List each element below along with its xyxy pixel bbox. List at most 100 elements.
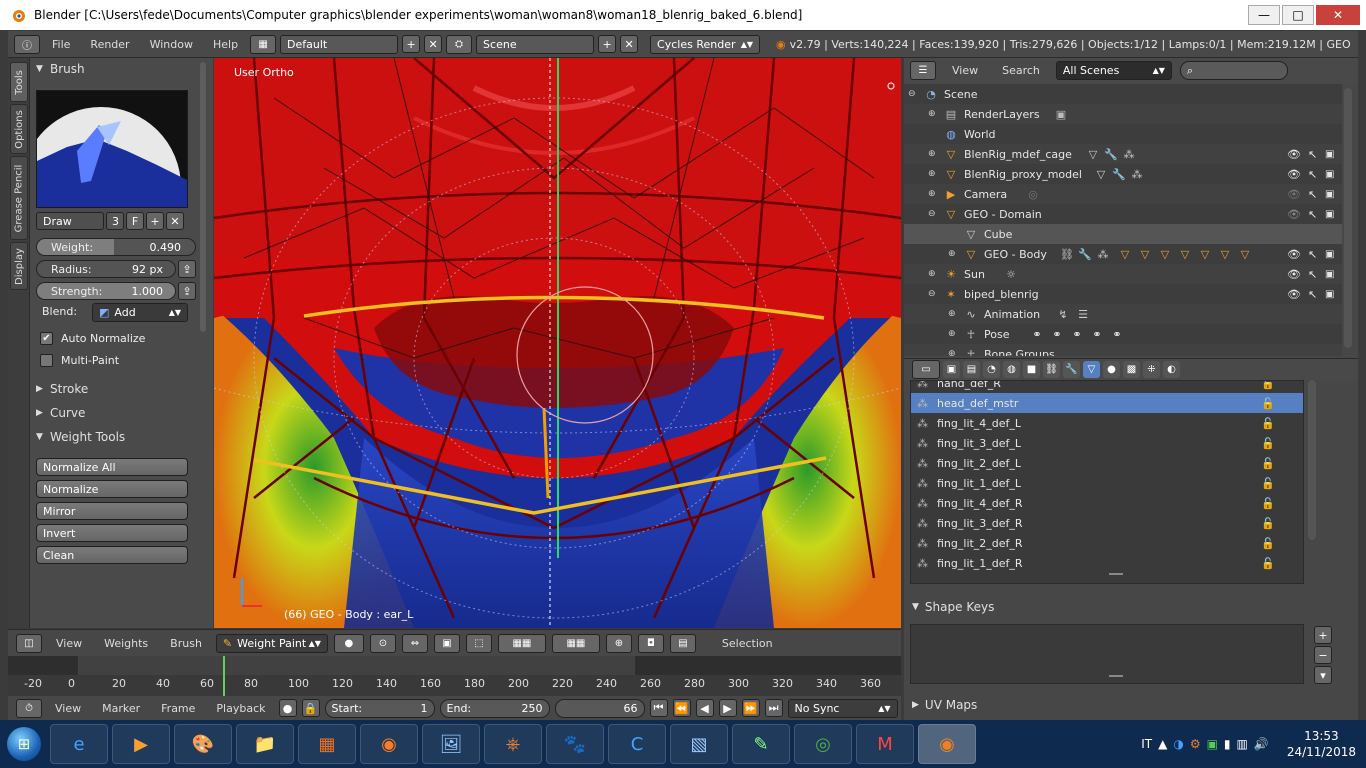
renderable-camera-icon[interactable]: ▣	[1325, 269, 1334, 280]
unlock-icon[interactable]: 🔓	[1261, 537, 1275, 550]
viewport-shading-icon[interactable]: ●	[333, 633, 364, 653]
tab-tools[interactable]: Tools	[10, 62, 28, 102]
constraints-tab-icon[interactable]: ⛓	[1043, 361, 1060, 378]
vertex-group-row[interactable]: ⁂ fing_lit_3_def_L 🔓	[911, 433, 1303, 453]
marvelous-designer-icon[interactable]: M	[856, 724, 914, 764]
3d-viewport[interactable]: User Ortho (66) GEO - Body : ear_L	[214, 58, 901, 628]
unlock-icon[interactable]: 🔓	[1261, 437, 1275, 450]
add-layout-button[interactable]: +	[402, 35, 421, 53]
sync-mode-dropdown[interactable]: No Sync ▲▼	[787, 698, 898, 718]
remove-layout-button[interactable]: ✕	[424, 35, 443, 53]
vertex-group-name[interactable]: fing_lit_4_def_R	[937, 497, 1023, 510]
photo-gallery-icon[interactable]: 🖼	[422, 724, 480, 764]
expand-icon[interactable]: ⊕	[928, 169, 938, 179]
clock[interactable]: 13:53 24/11/2018	[1287, 728, 1356, 760]
render-engine-dropdown[interactable]: Cycles Render ▲▼	[650, 34, 761, 54]
outliner-row-biped-blenrig[interactable]: ⊖ ✶ biped_blenrig 👁 ↖ ▣	[904, 284, 1342, 304]
notepad-plus-plus-icon[interactable]: ✎	[732, 724, 790, 764]
editor-type-outliner-icon[interactable]: ☰	[910, 61, 936, 80]
paint-icon[interactable]: 🎨	[174, 724, 232, 764]
tray-sync-icon[interactable]: ▣	[1207, 737, 1218, 751]
viewport-menu-brush[interactable]: Brush	[162, 637, 210, 650]
expand-icon[interactable]: ⊕	[928, 269, 938, 279]
battery-icon[interactable]: ▮	[1224, 737, 1231, 751]
visibility-eye-icon[interactable]: 👁	[1287, 148, 1301, 161]
manipulator-icon[interactable]: ⇔	[401, 633, 428, 653]
layers-2-icon[interactable]: ▦▦	[551, 633, 600, 653]
scene-field[interactable]: Scene	[476, 34, 595, 54]
tab-display[interactable]: Display	[10, 242, 28, 290]
weight-slider[interactable]: Weight: 0.490	[36, 238, 196, 256]
maximize-button[interactable]: □	[1282, 5, 1314, 25]
brush-panel-header[interactable]: ▼ Brush	[36, 58, 196, 80]
outliner-row-bone-groups[interactable]: ⊕ ☥ Bone Groups	[904, 344, 1342, 356]
firefox-icon[interactable]: ◉	[360, 724, 418, 764]
scene-tab-icon[interactable]: ◔	[983, 361, 1000, 378]
unlock-icon[interactable]: 🔓	[1261, 557, 1275, 570]
renderable-camera-icon[interactable]: ▣	[1325, 209, 1334, 220]
face-mask-icon[interactable]: ▣	[433, 633, 460, 653]
weight-tools-panel-header[interactable]: ▼ Weight Tools	[36, 426, 196, 448]
material-tab-icon[interactable]: ●	[1103, 361, 1120, 378]
menu-window[interactable]: Window	[142, 38, 201, 51]
file-explorer-icon[interactable]: 📁	[236, 724, 294, 764]
viewport-menu-view[interactable]: View	[48, 637, 90, 650]
expand-icon[interactable]: ⊕	[948, 249, 958, 259]
image-viewer-icon[interactable]: ▧	[670, 724, 728, 764]
new-brush-button[interactable]: +	[146, 212, 164, 230]
expand-icon[interactable]: ⊕	[928, 109, 938, 119]
render-preview-icon[interactable]: ◘	[637, 633, 664, 653]
outliner-menu-view[interactable]: View	[944, 64, 986, 77]
close-window-button[interactable]: ✕	[1316, 5, 1360, 25]
strength-slider[interactable]: Strength: 1.000	[36, 282, 176, 300]
language-indicator[interactable]: IT	[1141, 737, 1152, 751]
selectable-cursor-icon[interactable]: ↖	[1308, 148, 1317, 161]
normalize-all-button[interactable]: Normalize All	[36, 458, 188, 476]
network-icon[interactable]: ▥	[1237, 737, 1248, 751]
screen-layout-icon[interactable]: ▦	[250, 34, 277, 54]
unlink-brush-button[interactable]: ✕	[166, 212, 184, 230]
volume-icon[interactable]: 🔊	[1254, 737, 1269, 751]
mesh-data-tab-icon[interactable]: ▽	[1083, 361, 1100, 378]
tool-shelf-scrollbar[interactable]	[200, 62, 206, 332]
brush-name-field[interactable]: Draw	[36, 212, 104, 230]
ubuntu-icon[interactable]: ⎈	[484, 724, 542, 764]
tab-grease-pencil[interactable]: Grease Pencil	[10, 156, 28, 240]
outliner-row-world[interactable]: ◍ World	[904, 124, 1342, 144]
editor-type-3dview-icon[interactable]: ◫	[16, 633, 42, 653]
chrome-icon[interactable]: ◎	[794, 724, 852, 764]
vertex-group-name[interactable]: fing_lit_2_def_R	[937, 537, 1023, 550]
unlock-icon[interactable]: 🔓	[1261, 477, 1275, 490]
outliner-row-camera[interactable]: ⊕ ▶ Camera ◎ 👁 ↖ ▣	[904, 184, 1342, 204]
vertex-groups-scrollbar[interactable]	[1308, 380, 1316, 540]
vertex-group-name[interactable]: fing_lit_3_def_R	[937, 517, 1023, 530]
visibility-eye-icon[interactable]: 👁	[1287, 288, 1301, 301]
vertex-group-row[interactable]: ⁂ hand_def_R 🔓	[911, 381, 1303, 393]
viewport-menu-weights[interactable]: Weights	[96, 637, 156, 650]
ccleaner-tray-icon[interactable]: ◑	[1173, 737, 1183, 751]
blend-dropdown[interactable]: ◩ Add ▲▼	[92, 303, 188, 322]
modifiers-tab-icon[interactable]: 🔧	[1063, 361, 1080, 378]
current-frame-field[interactable]: 66	[554, 698, 645, 718]
clean-button[interactable]: Clean	[36, 546, 188, 564]
collapse-icon[interactable]: ⊖	[928, 289, 938, 299]
mirror-button[interactable]: Mirror	[36, 502, 188, 520]
ccleaner-icon[interactable]: C	[608, 724, 666, 764]
normalize-button[interactable]: Normalize	[36, 480, 188, 498]
outliner-row-sun[interactable]: ⊕ ☀ Sun ☼ 👁 ↖ ▣	[904, 264, 1342, 284]
unlock-icon[interactable]: 🔓	[1261, 381, 1275, 390]
menu-render[interactable]: Render	[82, 38, 137, 51]
outliner-row-geo-domain[interactable]: ⊖ ▽ GEO - Domain 👁 ↖ ▣	[904, 204, 1342, 224]
record-icon[interactable]: ●	[278, 699, 297, 717]
outliner-scrollbar[interactable]	[1344, 88, 1352, 348]
vertex-group-name[interactable]: hand_def_R	[937, 381, 1001, 390]
collapse-icon[interactable]: ⊖	[908, 89, 918, 99]
list-resize-grip[interactable]	[1109, 675, 1123, 677]
jump-end-icon[interactable]: ⏭	[764, 699, 783, 717]
radius-pressure-icon[interactable]: ⇪	[178, 260, 196, 278]
end-frame-field[interactable]: End: 250	[439, 698, 550, 718]
vertex-mask-icon[interactable]: ⬚	[465, 633, 492, 653]
scene-icon[interactable]: ⛭	[446, 34, 473, 54]
unlock-icon[interactable]: 🔓	[1261, 457, 1275, 470]
vertex-group-name[interactable]: fing_lit_1_def_L	[937, 477, 1021, 490]
